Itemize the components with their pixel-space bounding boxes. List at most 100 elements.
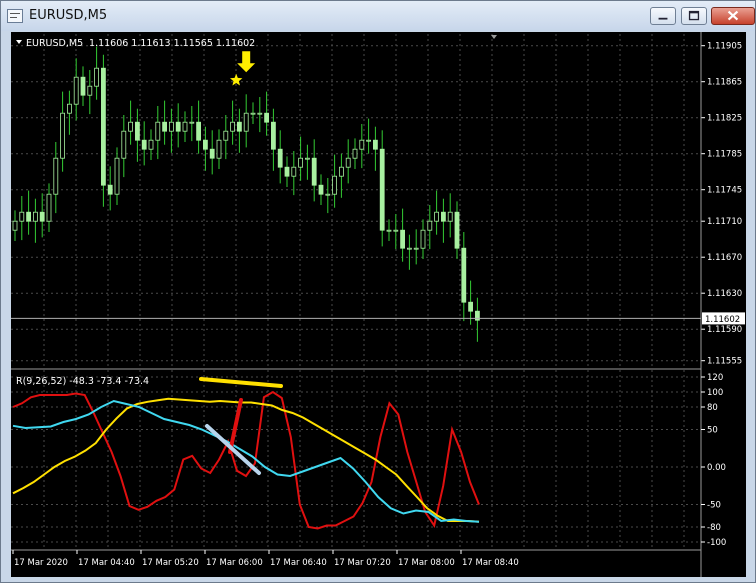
time-tick-label: 17 Mar 08:00 bbox=[398, 558, 455, 568]
indicator-tick-label: 80 bbox=[707, 403, 718, 413]
price-tick-label: 1.11825 bbox=[707, 114, 742, 124]
time-tick-label: 17 Mar 07:20 bbox=[334, 558, 391, 568]
candle-body bbox=[386, 229, 392, 232]
candle-body bbox=[162, 121, 168, 132]
restore-icon bbox=[688, 10, 700, 21]
candle-body bbox=[454, 211, 460, 249]
candle-body bbox=[332, 175, 338, 195]
chart-menu-triangle-icon[interactable] bbox=[16, 40, 22, 44]
candle-body bbox=[447, 211, 453, 222]
candle-body bbox=[67, 103, 72, 114]
chart-area[interactable]: 1.11905 1.11865 1.11825 1.11785 1.11745 1.117… bbox=[11, 32, 746, 577]
indicator-tick-label: -50 bbox=[707, 501, 721, 511]
candle-body bbox=[440, 211, 446, 222]
candle-body bbox=[53, 157, 59, 195]
candle-body bbox=[284, 166, 290, 177]
candle-body bbox=[325, 193, 331, 196]
candle-body bbox=[39, 211, 45, 222]
candle-body bbox=[135, 121, 140, 141]
candles bbox=[12, 46, 480, 342]
chart-window: EURUSD,M5 1.11905 1.11865 1.11825 1.11785 1.… bbox=[0, 0, 756, 583]
chart-canvas[interactable]: 1.11905 1.11865 1.11825 1.11785 1.11745 1.117… bbox=[11, 32, 746, 577]
candle-body bbox=[141, 139, 147, 150]
candle-body bbox=[12, 220, 18, 231]
candle-body bbox=[352, 148, 358, 159]
candle-body bbox=[461, 247, 467, 303]
candle-body bbox=[400, 229, 406, 249]
candle-body bbox=[80, 76, 86, 96]
candle-body bbox=[182, 121, 188, 132]
candle-body bbox=[298, 157, 304, 168]
price-tick-label: 1.11745 bbox=[707, 186, 742, 196]
candle-body bbox=[60, 112, 65, 159]
candle-body bbox=[379, 148, 385, 231]
time-axis: 17 Mar 2020 17 Mar 04:40 17 Mar 05:20 17 Ma… bbox=[12, 550, 519, 568]
time-tick-label: 17 Mar 08:40 bbox=[462, 558, 519, 568]
candle-body bbox=[94, 67, 99, 87]
indicator-tick-label: -100 bbox=[707, 538, 726, 548]
candle-body bbox=[202, 139, 208, 150]
candle-body bbox=[155, 121, 161, 141]
time-tick-label: 17 Mar 05:20 bbox=[142, 558, 199, 568]
candle-body bbox=[427, 220, 433, 231]
candle-body bbox=[26, 211, 32, 222]
candle-body bbox=[209, 148, 215, 159]
price-tick-label: 1.11555 bbox=[707, 357, 742, 367]
candle-body bbox=[420, 229, 426, 249]
candle-body bbox=[366, 139, 372, 142]
price-tick-label: 1.11710 bbox=[707, 217, 742, 227]
candle-body bbox=[434, 211, 440, 222]
candle-body bbox=[393, 229, 399, 232]
candle-body bbox=[189, 121, 195, 124]
close-button[interactable] bbox=[711, 7, 755, 25]
indicator-tick-label: 100 bbox=[707, 388, 723, 398]
red-slash-line[interactable] bbox=[228, 398, 243, 454]
candle-body bbox=[372, 139, 378, 150]
window-titlebar[interactable]: EURUSD,M5 bbox=[1, 1, 755, 31]
candle-body bbox=[19, 211, 25, 222]
price-tick-label: 1.11865 bbox=[707, 78, 742, 88]
candle-body bbox=[250, 112, 256, 115]
candle-body bbox=[291, 166, 297, 177]
minimize-button[interactable] bbox=[650, 7, 676, 25]
candle-body bbox=[87, 85, 93, 96]
time-tick-label: 17 Mar 2020 bbox=[14, 558, 68, 568]
price-tick-label: 1.11590 bbox=[707, 325, 742, 335]
indicator-axis: 120 100 80 50 0.00 -50 -80 -100 bbox=[701, 373, 726, 548]
candle-body bbox=[277, 148, 283, 168]
signal-marker bbox=[230, 51, 256, 86]
candle-body bbox=[223, 130, 229, 141]
price-header-symbol: EURUSD,M5 bbox=[26, 38, 83, 49]
price-tick-label: 1.11630 bbox=[707, 289, 742, 299]
candle-body bbox=[168, 121, 174, 132]
yellow-trend-line[interactable] bbox=[199, 377, 283, 388]
maximize-button[interactable] bbox=[681, 7, 707, 25]
price-tick-label: 1.11905 bbox=[707, 42, 742, 52]
candle-body bbox=[311, 157, 317, 186]
candle-body bbox=[345, 157, 351, 168]
time-tick-label: 17 Mar 04:40 bbox=[78, 558, 135, 568]
candle-body bbox=[196, 121, 202, 141]
current-price-line: 1.11602 bbox=[11, 312, 745, 325]
chart-window-icon bbox=[7, 9, 23, 23]
indicator-tick-label: 120 bbox=[707, 373, 723, 383]
minimize-icon bbox=[658, 17, 668, 20]
candle-body bbox=[338, 166, 344, 177]
candle-body bbox=[406, 247, 412, 250]
candle-body bbox=[121, 130, 127, 159]
candle-body bbox=[318, 184, 324, 195]
candle-body bbox=[264, 112, 270, 123]
candle-body bbox=[243, 112, 249, 132]
down-arrow-icon bbox=[237, 51, 256, 73]
candle-body bbox=[46, 193, 52, 222]
candle-body bbox=[175, 121, 181, 132]
candle-body bbox=[230, 121, 236, 132]
chart-shift-marker[interactable] bbox=[491, 35, 497, 39]
candle-body bbox=[114, 157, 120, 195]
candle-body bbox=[270, 121, 276, 150]
current-price-label: 1.11602 bbox=[705, 315, 740, 325]
window-title: EURUSD,M5 bbox=[29, 8, 108, 23]
candle-body bbox=[216, 139, 222, 159]
price-tick-label: 1.11785 bbox=[707, 150, 742, 160]
candle-body bbox=[73, 76, 79, 105]
